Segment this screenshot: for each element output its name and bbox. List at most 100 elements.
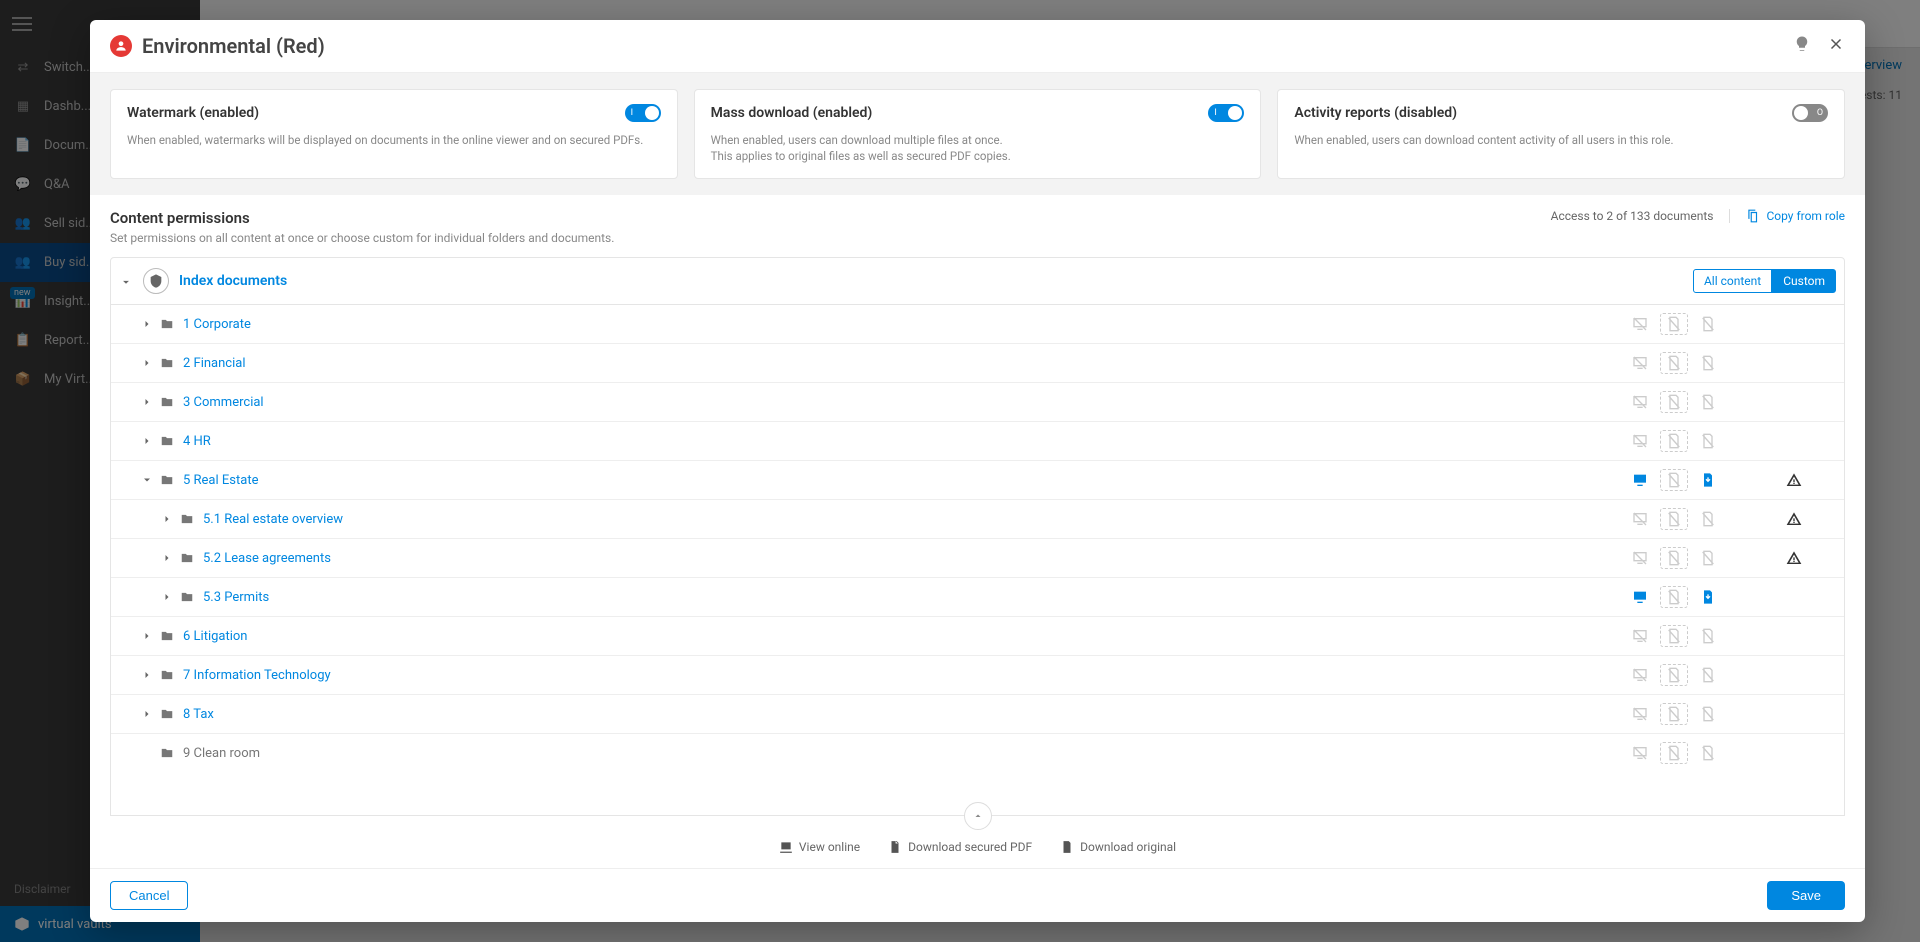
folder-label[interactable]: 5.3 Permits <box>203 590 269 605</box>
view-online-icon[interactable] <box>1626 547 1654 569</box>
tree-row: 8 Tax <box>111 695 1844 734</box>
view-online-icon[interactable] <box>1626 469 1654 491</box>
download-original-icon[interactable] <box>1694 625 1722 647</box>
folder-label[interactable]: 9 Clean room <box>183 746 260 761</box>
save-button[interactable]: Save <box>1767 881 1845 910</box>
download-secured-icon[interactable] <box>1660 742 1688 764</box>
mass-download-toggle[interactable]: I <box>1208 104 1244 122</box>
tree-row: 5 Real Estate <box>111 461 1844 500</box>
role-badge-icon <box>110 35 132 57</box>
folder-icon <box>159 668 175 682</box>
content-title: Content permissions <box>110 209 614 227</box>
activity-title: Activity reports (disabled) <box>1294 105 1457 121</box>
chevron-right-icon[interactable] <box>161 552 173 564</box>
download-original-icon[interactable] <box>1694 391 1722 413</box>
download-secured-icon[interactable] <box>1660 469 1688 491</box>
chevron-right-icon[interactable] <box>161 513 173 525</box>
folder-label[interactable]: 8 Tax <box>183 707 214 722</box>
folder-icon <box>159 629 175 643</box>
download-secured-icon[interactable] <box>1660 547 1688 569</box>
custom-button[interactable]: Custom <box>1772 269 1836 293</box>
download-original-icon[interactable] <box>1694 703 1722 725</box>
folder-label[interactable]: 5.2 Lease agreements <box>203 551 331 566</box>
chevron-down-icon[interactable] <box>141 474 153 486</box>
view-online-icon[interactable] <box>1626 625 1654 647</box>
tree-row: 5.3 Permits <box>111 578 1844 617</box>
download-original-icon[interactable] <box>1694 469 1722 491</box>
tree-header: Index documents All content Custom <box>110 257 1845 305</box>
tree-row: 4 HR <box>111 422 1844 461</box>
download-original-icon[interactable] <box>1694 430 1722 452</box>
chevron-right-icon[interactable] <box>141 318 153 330</box>
collapse-handle[interactable] <box>964 802 992 830</box>
folder-label[interactable]: 2 Financial <box>183 356 246 371</box>
chevron-right-icon[interactable] <box>161 591 173 603</box>
download-secured-icon[interactable] <box>1660 664 1688 686</box>
download-secured-icon[interactable] <box>1660 586 1688 608</box>
chevron-right-icon[interactable] <box>141 630 153 642</box>
download-original-icon[interactable] <box>1694 586 1722 608</box>
cancel-button[interactable]: Cancel <box>110 881 188 910</box>
view-online-icon[interactable] <box>1626 352 1654 374</box>
tree-row: 1 Corporate <box>111 305 1844 344</box>
download-original-icon[interactable] <box>1694 313 1722 335</box>
view-online-icon[interactable] <box>1626 664 1654 686</box>
folder-icon <box>159 356 175 370</box>
activity-desc: When enabled, users can download content… <box>1294 132 1828 148</box>
folder-label[interactable]: 4 HR <box>183 434 211 449</box>
view-online-icon[interactable] <box>1626 586 1654 608</box>
chevron-right-icon[interactable] <box>141 396 153 408</box>
chevron-right-icon[interactable] <box>141 669 153 681</box>
chevron-right-icon[interactable] <box>141 708 153 720</box>
activity-toggle[interactable]: O <box>1792 104 1828 122</box>
view-online-icon[interactable] <box>1626 430 1654 452</box>
view-online-icon[interactable] <box>1626 703 1654 725</box>
mass-download-title: Mass download (enabled) <box>711 105 873 121</box>
download-original-icon[interactable] <box>1694 547 1722 569</box>
warning-icon <box>1786 550 1802 566</box>
folder-icon <box>179 590 195 604</box>
download-original-icon[interactable] <box>1694 352 1722 374</box>
tree-root-chevron[interactable] <box>119 274 133 288</box>
modal-footer: Cancel Save <box>90 868 1865 922</box>
folder-label[interactable]: 3 Commercial <box>183 395 264 410</box>
permission-mode-toggle: All content Custom <box>1693 269 1836 293</box>
close-button[interactable] <box>1827 35 1845 57</box>
watermark-toggle[interactable]: I <box>625 104 661 122</box>
folder-label[interactable]: 6 Litigation <box>183 629 248 644</box>
download-secured-icon[interactable] <box>1660 391 1688 413</box>
all-content-button[interactable]: All content <box>1693 269 1772 293</box>
mass-download-card: Mass download (enabled) I When enabled, … <box>694 89 1262 179</box>
folder-label[interactable]: 1 Corporate <box>183 317 251 332</box>
help-icon[interactable] <box>1793 35 1811 57</box>
view-online-icon[interactable] <box>1626 313 1654 335</box>
chevron-right-icon[interactable] <box>141 435 153 447</box>
download-secured-icon[interactable] <box>1660 703 1688 725</box>
copy-from-role-link[interactable]: Copy from role <box>1746 209 1845 223</box>
download-secured-icon[interactable] <box>1660 313 1688 335</box>
index-documents-link[interactable]: Index documents <box>179 273 287 289</box>
download-secured-icon[interactable] <box>1660 430 1688 452</box>
download-original-icon[interactable] <box>1694 508 1722 530</box>
folder-label[interactable]: 7 Information Technology <box>183 668 331 683</box>
view-online-icon[interactable] <box>1626 742 1654 764</box>
view-online-icon[interactable] <box>1626 391 1654 413</box>
folder-icon <box>159 473 175 487</box>
download-original-icon[interactable] <box>1694 664 1722 686</box>
download-secured-icon[interactable] <box>1660 625 1688 647</box>
chevron-right-icon[interactable] <box>141 357 153 369</box>
folder-label[interactable]: 5 Real Estate <box>183 473 258 488</box>
view-online-icon[interactable] <box>1626 508 1654 530</box>
tree-row: 2 Financial <box>111 344 1844 383</box>
folder-label[interactable]: 5.1 Real estate overview <box>203 512 343 527</box>
download-original-icon[interactable] <box>1694 742 1722 764</box>
tree-row: 7 Information Technology <box>111 656 1844 695</box>
folder-icon <box>179 512 195 526</box>
warning-icon <box>1786 472 1802 488</box>
copy-link-label: Copy from role <box>1766 209 1845 223</box>
download-secured-icon[interactable] <box>1660 352 1688 374</box>
download-secured-icon[interactable] <box>1660 508 1688 530</box>
access-count: Access to 2 of 133 documents <box>1551 209 1731 223</box>
copy-icon <box>1746 209 1760 223</box>
watermark-card: Watermark (enabled) I When enabled, wate… <box>110 89 678 179</box>
